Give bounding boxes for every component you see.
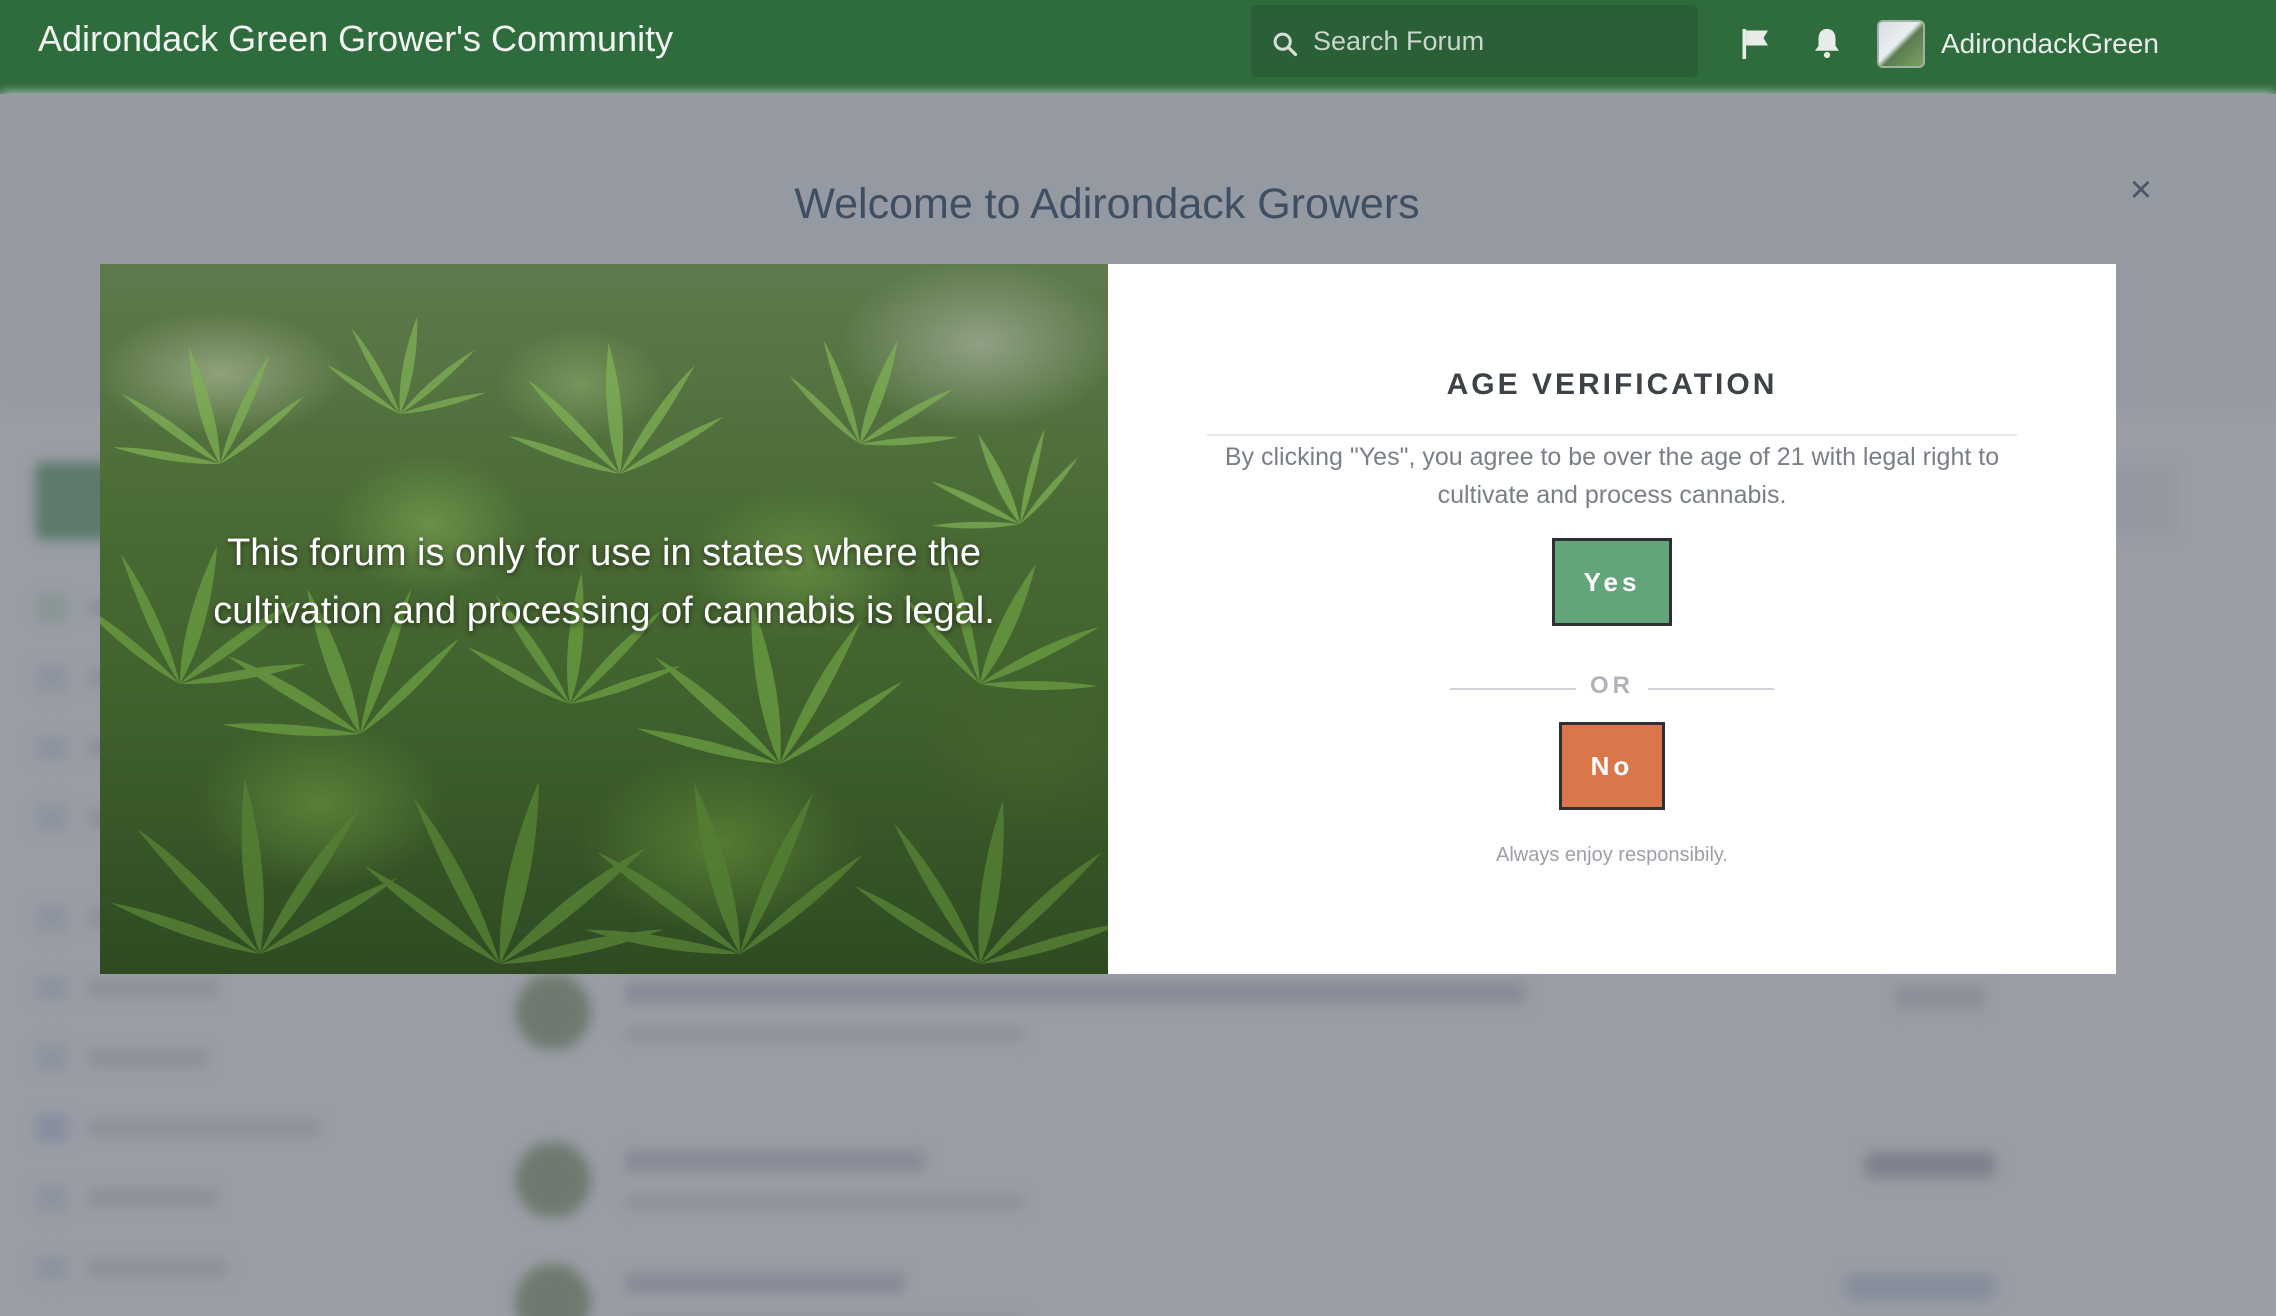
image-caption: This forum is only for use in states whe… (213, 532, 995, 632)
close-icon[interactable]: × (2126, 168, 2156, 212)
yes-button[interactable]: Yes (1552, 538, 1672, 626)
search-icon (1273, 32, 1298, 57)
search-input[interactable] (1313, 23, 1673, 59)
footnote: Always enjoy responsibily. (1496, 844, 1728, 866)
flag-icon[interactable] (1738, 26, 1774, 62)
divider (1207, 434, 2017, 436)
search-box[interactable] (1251, 5, 1698, 77)
age-verification-panel: AGE VERIFICATION By clicking "Yes", you … (1108, 264, 2116, 974)
age-verification-heading: AGE VERIFICATION (1446, 368, 1778, 401)
bell-icon[interactable] (1810, 26, 1846, 62)
age-verification-description: By clicking "Yes", you agree to be over … (1224, 443, 2000, 509)
cannabis-plants-image: This forum is only for use in states whe… (100, 264, 1108, 974)
site-title[interactable]: Adirondack Green Grower's Community (38, 18, 673, 60)
modal-title: Welcome to Adirondack Growers (794, 180, 1420, 228)
or-label: OR (1590, 672, 1634, 699)
or-separator: OR (1450, 668, 1774, 708)
no-button[interactable]: No (1559, 722, 1665, 810)
top-navbar: Adirondack Green Grower's Community Adir… (0, 0, 2276, 94)
username[interactable]: AdirondackGreen (1941, 28, 2159, 60)
avatar[interactable] (1877, 20, 1925, 68)
